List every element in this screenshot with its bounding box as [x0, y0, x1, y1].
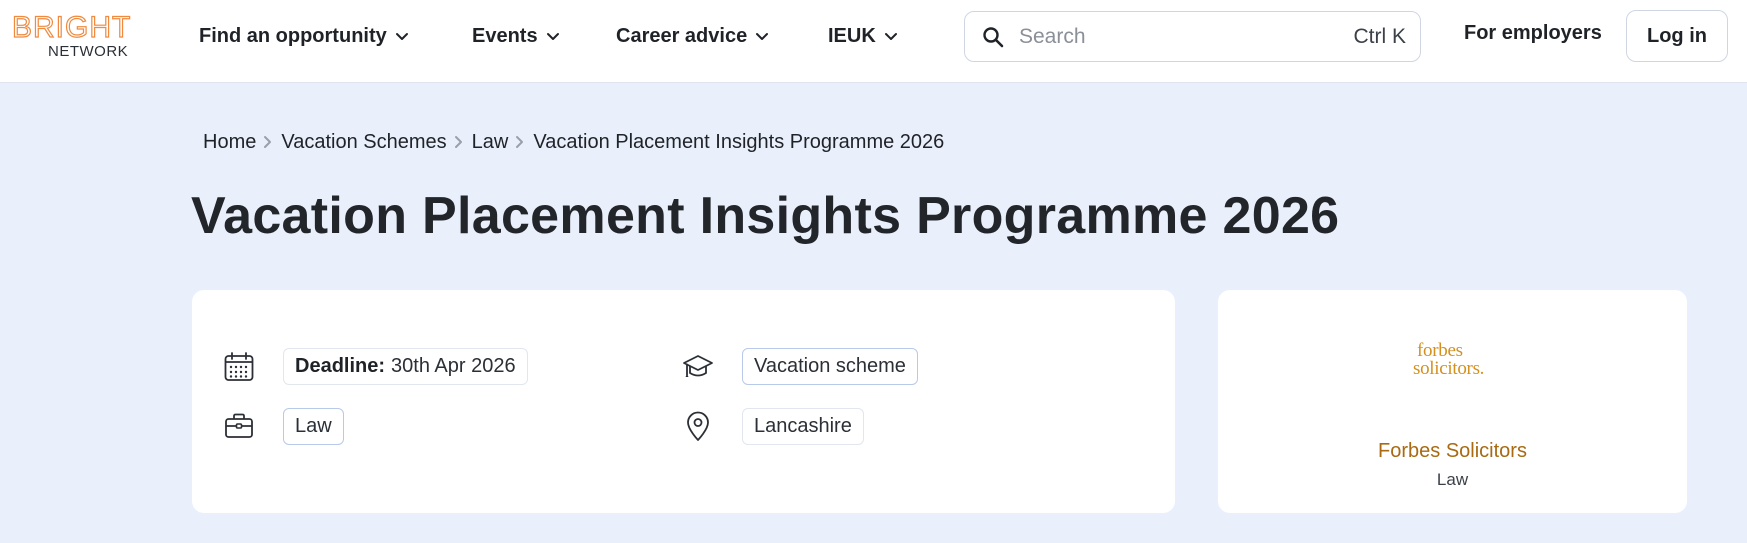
chevron-down-icon — [756, 33, 769, 40]
deadline-label: Deadline: — [295, 355, 386, 377]
breadcrumb-current-page: Vacation Placement Insights Programme 20… — [533, 130, 945, 153]
nav-career-advice[interactable]: Career advice — [616, 22, 769, 50]
nav-ieuk[interactable]: IEUK — [828, 22, 898, 50]
for-employers-link[interactable]: For employers — [1464, 22, 1602, 45]
breadcrumb-vacation-schemes[interactable]: Vacation Schemes — [281, 131, 446, 154]
breadcrumb-home[interactable]: Home — [203, 131, 256, 154]
opportunity-details-card: Deadline: 30th Apr 2026 Vacation scheme … — [192, 290, 1175, 513]
page-title: Vacation Placement Insights Programme 20… — [191, 187, 1340, 245]
opportunity-type-tag[interactable]: Vacation scheme — [742, 348, 918, 385]
location-pin-icon — [687, 411, 709, 441]
search-shortcut-hint: Ctrl K — [1353, 25, 1407, 48]
nav-label: Find an opportunity — [199, 24, 387, 47]
breadcrumb: Home Vacation Schemes Law Vacation Place… — [203, 129, 944, 155]
calendar-icon — [224, 352, 254, 381]
bright-network-logo[interactable]: BRIGHT NETWORK — [11, 11, 142, 62]
forbes-solicitors-logo: forbes solicitors. — [1413, 341, 1493, 382]
chevron-down-icon — [884, 33, 897, 40]
search-icon — [983, 27, 1004, 48]
sector-tag[interactable]: Law — [283, 408, 344, 445]
location-tag: Lancashire — [742, 408, 864, 445]
nav-find-an-opportunity[interactable]: Find an opportunity — [199, 22, 409, 50]
logo-wordmark-bottom: NETWORK — [48, 43, 129, 60]
company-name-link[interactable]: Forbes Solicitors — [1218, 440, 1687, 463]
deadline-tag: Deadline: 30th Apr 2026 — [283, 348, 528, 385]
logo-wordmark-top: BRIGHT — [11, 11, 132, 44]
chevron-right-icon — [454, 136, 462, 148]
chevron-right-icon — [516, 136, 524, 148]
top-navigation-bar: BRIGHT NETWORK Find an opportunity Event… — [0, 0, 1747, 83]
search-input[interactable] — [1019, 22, 1319, 52]
chevron-right-icon — [264, 136, 272, 148]
logo-line-2: solicitors. — [1413, 358, 1485, 379]
log-in-button[interactable]: Log in — [1626, 10, 1728, 62]
chevron-down-icon — [546, 33, 559, 40]
nav-label: Events — [472, 24, 538, 47]
briefcase-icon — [225, 413, 253, 438]
company-card[interactable]: forbes solicitors. Forbes Solicitors Law — [1218, 290, 1687, 513]
nav-label: Career advice — [616, 24, 748, 47]
nav-events[interactable]: Events — [472, 22, 560, 50]
graduation-cap-icon — [683, 355, 713, 377]
company-sector: Law — [1436, 470, 1469, 489]
nav-label: IEUK — [828, 24, 876, 47]
chevron-down-icon — [395, 33, 408, 40]
deadline-value: 30th Apr 2026 — [391, 355, 516, 377]
search-box[interactable]: Ctrl K — [964, 11, 1421, 62]
breadcrumb-law[interactable]: Law — [472, 131, 509, 154]
